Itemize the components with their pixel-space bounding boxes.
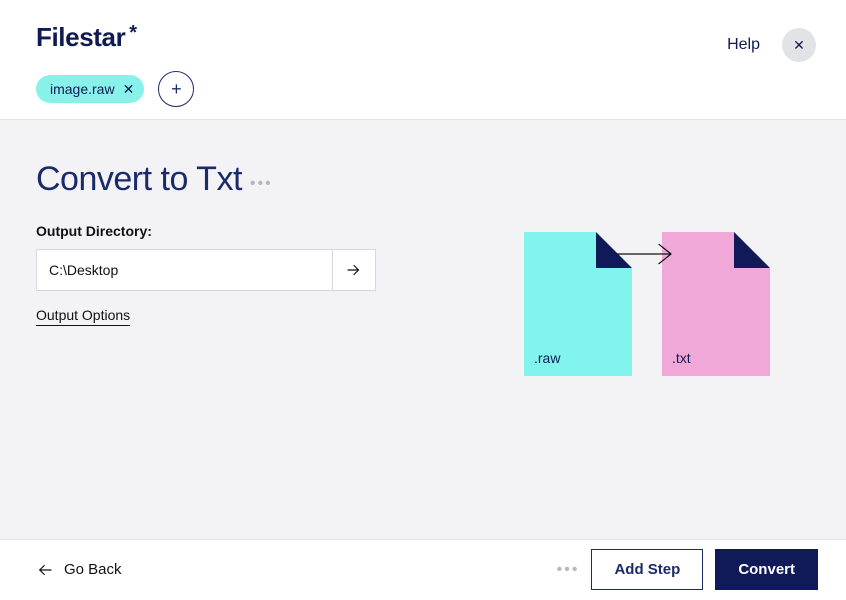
output-directory-row bbox=[36, 249, 376, 291]
main-content: Convert to Txt ••• Output Directory: Out… bbox=[0, 119, 846, 539]
go-back-button[interactable]: Go Back bbox=[36, 561, 122, 579]
file-chip[interactable]: image.raw ✕ bbox=[36, 75, 144, 103]
file-chip-label: image.raw bbox=[50, 81, 115, 97]
convert-button[interactable]: Convert bbox=[715, 549, 818, 590]
browse-directory-button[interactable] bbox=[332, 249, 376, 291]
close-window-button[interactable]: ✕ bbox=[782, 28, 816, 62]
source-file-figure: .raw bbox=[524, 232, 632, 376]
more-icon[interactable]: ••• bbox=[250, 175, 273, 193]
page-title-text: Convert to Txt bbox=[36, 160, 242, 199]
arrow-right-icon bbox=[345, 261, 363, 279]
add-file-button[interactable]: + bbox=[158, 71, 194, 107]
source-extension: .raw bbox=[534, 350, 560, 366]
arrow-right-icon bbox=[617, 242, 677, 266]
footer-actions: ••• Add Step Convert bbox=[557, 549, 818, 590]
file-chip-row: image.raw ✕ + bbox=[36, 71, 194, 107]
close-icon: ✕ bbox=[793, 37, 805, 54]
output-options-link[interactable]: Output Options bbox=[36, 307, 130, 326]
go-back-label: Go Back bbox=[64, 561, 122, 578]
close-icon[interactable]: ✕ bbox=[123, 82, 135, 96]
output-directory-input[interactable] bbox=[36, 249, 332, 291]
conversion-diagram: .raw .txt bbox=[524, 232, 770, 539]
help-link[interactable]: Help bbox=[727, 36, 760, 54]
logo: Filestar * bbox=[36, 22, 194, 53]
app-header: Filestar * image.raw ✕ + Help ✕ bbox=[0, 0, 846, 119]
logo-mark: * bbox=[129, 23, 136, 43]
more-icon[interactable]: ••• bbox=[557, 561, 580, 579]
add-step-button[interactable]: Add Step bbox=[591, 549, 703, 590]
target-file-figure: .txt bbox=[662, 232, 770, 376]
header-actions: Help ✕ bbox=[727, 28, 816, 62]
page-fold-icon bbox=[734, 232, 770, 268]
output-directory-label: Output Directory: bbox=[36, 223, 376, 239]
footer-bar: Go Back ••• Add Step Convert bbox=[0, 539, 846, 599]
target-extension: .txt bbox=[672, 350, 691, 366]
page-title: Convert to Txt ••• bbox=[36, 160, 273, 199]
logo-text: Filestar bbox=[36, 22, 125, 53]
plus-icon: + bbox=[171, 79, 182, 100]
main-left: Convert to Txt ••• Output Directory: Out… bbox=[36, 152, 376, 539]
arrow-left-icon bbox=[36, 561, 54, 579]
brand-area: Filestar * image.raw ✕ + bbox=[36, 22, 194, 119]
